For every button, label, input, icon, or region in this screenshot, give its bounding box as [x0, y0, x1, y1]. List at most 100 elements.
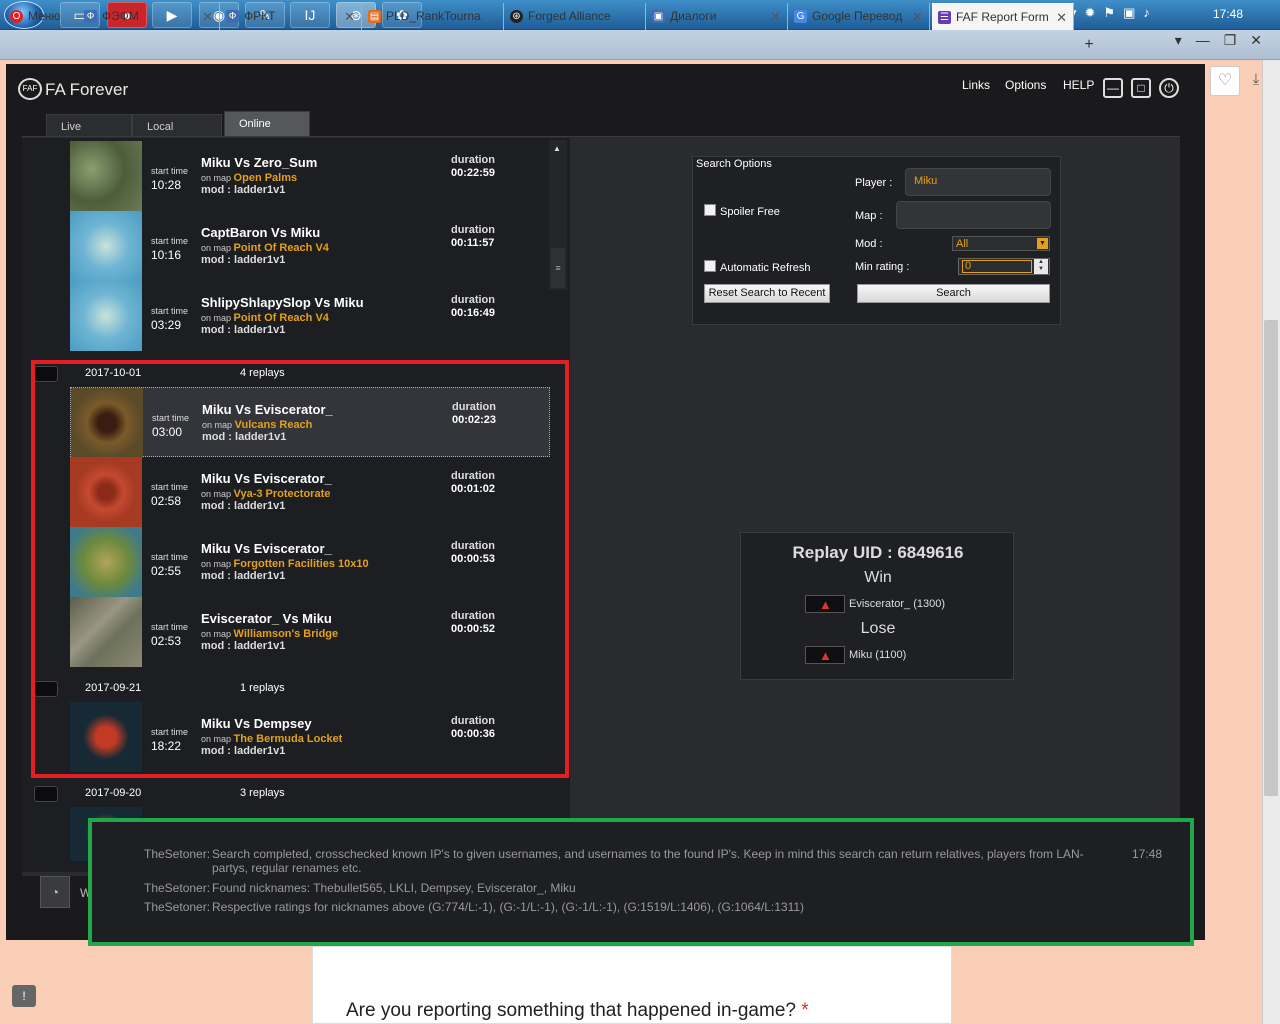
tab-label: Google Перевод	[812, 9, 903, 23]
close-icon[interactable]: ✕	[1056, 4, 1067, 30]
automatic-refresh-checkbox[interactable]	[704, 260, 716, 272]
duration-label: duration	[451, 154, 495, 166]
minimize-icon[interactable]: —	[1103, 78, 1123, 98]
replay-group-header[interactable]: ▾ 2017-09-20 3 replays	[24, 781, 550, 805]
map-input[interactable]	[896, 201, 1051, 229]
tab-frkt[interactable]: Ф ФРКТ ✕	[220, 3, 362, 30]
winner-name: Eviscerator_ (1300)	[849, 598, 945, 610]
replay-row[interactable]: start time 10:28 Miku Vs Zero_Sum on map…	[70, 141, 550, 211]
scroll-up-icon[interactable]: ▲	[553, 144, 561, 153]
menu-options[interactable]: Options	[1005, 78, 1046, 92]
chat-author[interactable]: TheSetoner:	[144, 900, 212, 914]
tab-forged-alliance[interactable]: ⊛ Forged Alliance	[504, 3, 646, 30]
replay-list-scrollbar[interactable]: ▲ ≡	[549, 140, 567, 290]
replay-uid: Replay UID : 6849616	[792, 543, 964, 562]
page-scrollbar-thumb[interactable]	[1264, 320, 1278, 796]
faf-title: FA Forever	[45, 80, 129, 99]
tab-google-translate[interactable]: G Google Перевод ✕	[788, 3, 930, 30]
loser-name: Miku (1100)	[849, 649, 907, 661]
new-tab-button[interactable]: +	[1080, 36, 1098, 54]
map-line: on map Point Of Reach V4	[201, 242, 329, 254]
clock[interactable]: 17:48	[1213, 7, 1243, 21]
required-mark: *	[801, 1000, 809, 1021]
chat-timestamp: 17:48	[1132, 847, 1163, 861]
tab-dialogs[interactable]: ▣ Диалоги ✕	[646, 3, 788, 30]
map-thumbnail	[70, 211, 142, 281]
mod-label: Mod :	[855, 238, 883, 250]
tab-faf-report-form[interactable]: ☰ FAF Report Form ✕	[932, 3, 1074, 30]
tab-local-archive[interactable]: Local Archive	[132, 114, 222, 157]
chat-message: Respective ratings for nicknames above (…	[212, 900, 805, 914]
start-time: 10:28	[151, 178, 182, 192]
map-label: Map :	[855, 210, 883, 222]
player-input[interactable]: Miku	[905, 168, 1051, 196]
replay-row[interactable]: start time 03:29 ShlipyShlapySlop Vs Mik…	[70, 281, 550, 351]
lose-label: Lose	[860, 620, 896, 637]
spoiler-free-checkbox[interactable]	[704, 204, 716, 216]
min-rating-input[interactable]: 0 ▲ ▼	[958, 258, 1050, 275]
maximize-icon[interactable]: □	[1131, 78, 1151, 98]
spoiler-free-label: Spoiler Free	[720, 206, 780, 218]
replay-title: Miku Vs Zero_Sum	[201, 155, 318, 170]
tab-label: PLD_RankTourna	[386, 9, 481, 23]
heart-icon[interactable]: ♡	[1210, 66, 1240, 96]
duration: 00:22:59	[451, 167, 496, 179]
power-icon[interactable]: ⏻	[1159, 78, 1179, 98]
system-tray-icons[interactable]: ▾✹⚑▣♪	[1070, 5, 1158, 21]
search-button[interactable]: Search	[857, 284, 1050, 303]
menu-help[interactable]: HELP	[1063, 78, 1094, 92]
map-name: Open Palms	[233, 172, 298, 184]
search-options-heading: Search Options	[696, 158, 772, 170]
opera-menu-button[interactable]: O Меню	[4, 3, 72, 30]
close-icon[interactable]: ✕	[770, 3, 781, 30]
map-name: Point Of Reach V4	[233, 312, 329, 324]
form-question: Are you reporting something that happene…	[346, 1000, 809, 1022]
window-controls[interactable]: ▾—❐✕	[1140, 32, 1280, 56]
vk-icon: Ф	[226, 10, 239, 23]
automatic-refresh-label: Automatic Refresh	[720, 262, 811, 274]
duration-label: duration	[451, 294, 495, 306]
group-date: 2017-09-20	[85, 787, 142, 799]
mod-line: mod : ladder1v1	[201, 254, 286, 266]
faction-icon: ▲	[805, 595, 845, 613]
chat-author[interactable]: TheSetoner:	[144, 847, 212, 861]
spinner-icon[interactable]: ▲ ▼	[1034, 259, 1048, 274]
replay-title: CaptBaron Vs Miku	[201, 225, 321, 240]
tab-fefm[interactable]: Ф ФЭФМ ✕	[78, 3, 220, 30]
close-icon[interactable]: ✕	[912, 3, 923, 30]
player-label: Player :	[855, 177, 893, 189]
doc-icon: ▤	[368, 10, 381, 23]
group-count: 3 replays	[240, 787, 285, 799]
chat-message: Search completed, crosschecked known IP'…	[212, 847, 1084, 875]
start-time: 10:16	[151, 248, 182, 262]
faf-logo-icon: FAF	[18, 78, 42, 100]
replay-info-panel: Replay UID : 6849616 Win ▲ Eviscerator_ …	[740, 532, 1014, 680]
start-time: 03:29	[151, 318, 182, 332]
tab-live-games[interactable]: Live Games	[46, 114, 132, 157]
tab-label: ФРКТ	[244, 9, 276, 23]
close-icon[interactable]: ✕	[344, 3, 355, 30]
tab-pld-ranktournament[interactable]: ▤ PLD_RankTourna	[362, 3, 504, 30]
map-thumbnail	[70, 141, 142, 211]
scroll-thumb[interactable]: ≡	[551, 248, 565, 288]
duration: 00:16:49	[451, 307, 496, 319]
mod-select[interactable]: All ▼	[952, 236, 1050, 251]
chat-author[interactable]: TheSetoner:	[144, 881, 212, 895]
vk-icon: Ф	[84, 10, 97, 23]
mod-line: mod : ladder1v1	[201, 184, 286, 196]
map-name: Point Of Reach V4	[233, 242, 329, 254]
reset-search-button[interactable]: Reset Search to Recent	[704, 284, 830, 303]
chevron-down-icon[interactable]: ▼	[1037, 238, 1048, 249]
faf-icon: ⊛	[510, 10, 523, 23]
folder-icon	[34, 786, 58, 802]
rss-icon[interactable]: ◔	[40, 876, 70, 908]
menu-links[interactable]: Links	[962, 78, 990, 92]
close-icon[interactable]: ✕	[202, 3, 213, 30]
replay-row[interactable]: start time 10:16 CaptBaron Vs Miku on ma…	[70, 211, 550, 281]
mod-select-value: All	[956, 238, 969, 250]
feedback-icon[interactable]: !	[12, 985, 36, 1007]
chat-panel: TheSetoner: Search completed, crosschecke…	[88, 818, 1194, 946]
duration-label: duration	[451, 224, 495, 236]
tab-online-vault[interactable]: Online Vault	[224, 111, 310, 154]
duration: 00:11:57	[451, 237, 495, 249]
